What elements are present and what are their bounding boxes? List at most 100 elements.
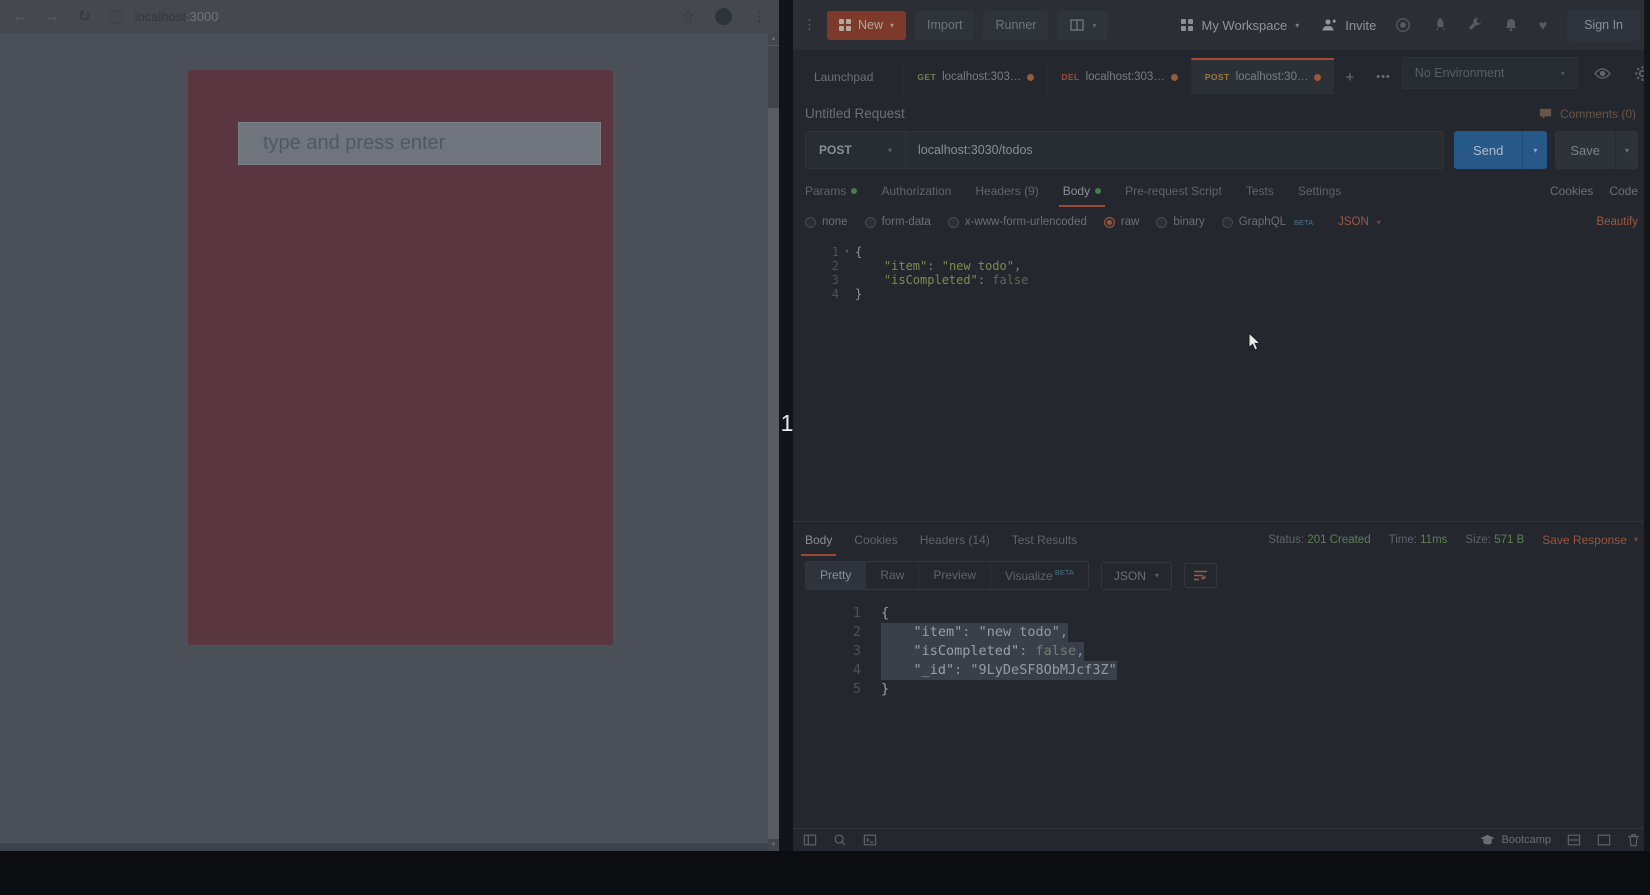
new-caret-icon[interactable]: ▾ [890,21,894,30]
environment-selector[interactable]: No Environment ▾ [1402,57,1578,89]
tab-params[interactable]: Params [805,175,857,207]
runner-label: Runner [995,18,1036,32]
mode-x-www-form-urlencoded[interactable]: x-www-form-urlencoded [948,216,1087,228]
request-panel: Untitled Request Comments (0) POST ▾ loc… [793,94,1650,521]
tab-authorization[interactable]: Authorization [881,175,951,207]
scroll-down-icon[interactable]: ▼ [768,839,779,851]
workspace-caret-icon[interactable]: ▾ [1295,21,1299,30]
mouse-cursor [1248,332,1264,352]
mode-binary[interactable]: binary [1156,216,1204,228]
cookies-link[interactable]: Cookies [1550,184,1593,198]
tab-delete-request[interactable]: DEL localhost:303… [1047,60,1190,94]
environment-label: No Environment [1415,66,1505,80]
wrap-lines-button[interactable] [1184,563,1217,588]
code-link[interactable]: Code [1609,184,1638,198]
tab-post-request-active[interactable]: POST localhost:30… [1191,58,1335,94]
two-pane-layout-icon[interactable] [1567,833,1581,847]
sign-in-button[interactable]: Sign In [1567,10,1640,41]
kebab-menu-icon[interactable]: ⋮ [803,17,816,33]
comments-button[interactable]: Comments (0) [1538,106,1636,121]
bell-icon[interactable] [1503,17,1519,33]
tab-tests[interactable]: Tests [1246,175,1274,207]
code-line: 2 "item": "new todo", [793,623,1650,642]
invite-button[interactable]: Invite [1345,18,1376,33]
trash-icon[interactable] [1627,833,1640,847]
request-config-tabs: Params Authorization Headers (9) Body Pr… [793,175,1650,207]
runner-button[interactable]: Runner [983,11,1048,40]
mode-graphql[interactable]: GraphQLBETA [1222,216,1313,228]
profile-avatar[interactable] [715,8,732,25]
mode-form-data[interactable]: form-data [865,216,931,228]
mode-raw-selected[interactable]: raw [1104,216,1140,228]
graduation-cap-icon [1480,834,1495,847]
forward-icon[interactable]: → [45,9,60,24]
save-button[interactable]: Save ▾ [1555,131,1638,169]
view-visualize[interactable]: VisualizeBETA [990,562,1088,589]
browser-scrollbar[interactable]: ▲ ▼ [768,33,779,851]
search-icon[interactable] [833,833,847,847]
tab-options-icon[interactable]: ••• [1365,60,1402,94]
time-badge: Time: 11ms [1389,534,1448,546]
method-badge: POST [1205,72,1230,82]
send-caret-icon[interactable]: ▾ [1522,131,1547,169]
tab-launchpad[interactable]: Launchpad [801,60,903,94]
tab-settings[interactable]: Settings [1298,175,1341,207]
url-port: :3000 [186,9,219,24]
todo-input[interactable] [238,122,601,165]
code-line: 1 { [793,604,1650,623]
response-tab-test-results[interactable]: Test Results [1012,524,1077,556]
body-language-selector[interactable]: JSON▾ [1338,216,1381,228]
tab-pre-request-script[interactable]: Pre-request Script [1125,175,1222,207]
bootcamp-button[interactable]: Bootcamp [1480,834,1551,847]
new-button[interactable]: New ▾ [827,11,906,40]
request-title[interactable]: Untitled Request [805,106,905,121]
wrench-icon[interactable] [1467,17,1483,33]
open-new-window-button[interactable]: ▾ [1057,11,1108,40]
new-grid-icon [839,19,851,31]
single-pane-layout-icon[interactable] [1597,833,1611,847]
response-tab-headers[interactable]: Headers (14) [920,524,990,556]
bookmark-star-icon[interactable]: ☆ [682,9,695,24]
request-body-editor[interactable]: 1▾{2 "item": "new todo",3 "isCompleted":… [793,245,1650,301]
response-language-selector[interactable]: JSON ▾ [1101,562,1172,590]
method-selector[interactable]: POST ▾ [805,131,905,169]
response-tab-body[interactable]: Body [805,524,832,556]
response-body-viewer[interactable]: 1 {2 "item": "new todo",3 "isCompleted":… [793,604,1650,699]
console-icon[interactable] [863,833,877,847]
satellite-logo-icon[interactable] [1395,17,1411,33]
beautify-link[interactable]: Beautify [1596,216,1638,228]
save-caret-icon[interactable]: ▾ [1615,131,1638,169]
import-button[interactable]: Import [915,11,974,40]
view-preview[interactable]: Preview [918,562,990,589]
language-caret-icon: ▾ [1377,218,1381,227]
back-icon[interactable]: ← [12,9,27,24]
scroll-up-icon[interactable]: ▲ [768,33,779,45]
new-label: New [858,18,883,32]
reload-icon[interactable]: ↻ [78,9,91,24]
sidebar-toggle-icon[interactable] [803,833,817,847]
workspace-selector[interactable]: My Workspace [1201,18,1287,33]
tab-body[interactable]: Body [1063,175,1101,207]
code-line: 4 "_id": "9LyDeSF8ObMJcf3Z" [793,661,1650,680]
view-raw[interactable]: Raw [865,562,918,589]
view-pretty[interactable]: Pretty [806,562,865,589]
address-bar[interactable]: localhost:3000 [135,9,219,24]
method-caret-icon: ▾ [888,146,892,155]
browser-menu-icon[interactable]: ⋮ [752,9,767,24]
rocket-icon[interactable] [1431,17,1447,33]
save-response-button[interactable]: Save Response▾ [1542,533,1638,547]
tab-get-request[interactable]: GET localhost:303… [903,60,1047,94]
tab-headers[interactable]: Headers (9) [975,175,1038,207]
url-input[interactable]: localhost:3030/todos [905,131,1444,169]
mode-none[interactable]: none [805,216,848,228]
new-tab-button[interactable]: + [1334,60,1365,94]
request-tab-strip: Launchpad GET localhost:303… DEL localho… [793,50,1650,94]
environment-eye-button[interactable] [1588,58,1618,88]
scrollbar-thumb[interactable] [768,46,779,108]
heart-icon[interactable]: ♥ [1539,17,1547,33]
send-button[interactable]: Send ▾ [1454,131,1547,169]
save-label: Save [1555,131,1615,169]
response-tab-cookies[interactable]: Cookies [854,524,897,556]
code-line: 2 "item": "new todo", [793,259,1650,273]
site-info-icon[interactable]: i [109,10,123,24]
